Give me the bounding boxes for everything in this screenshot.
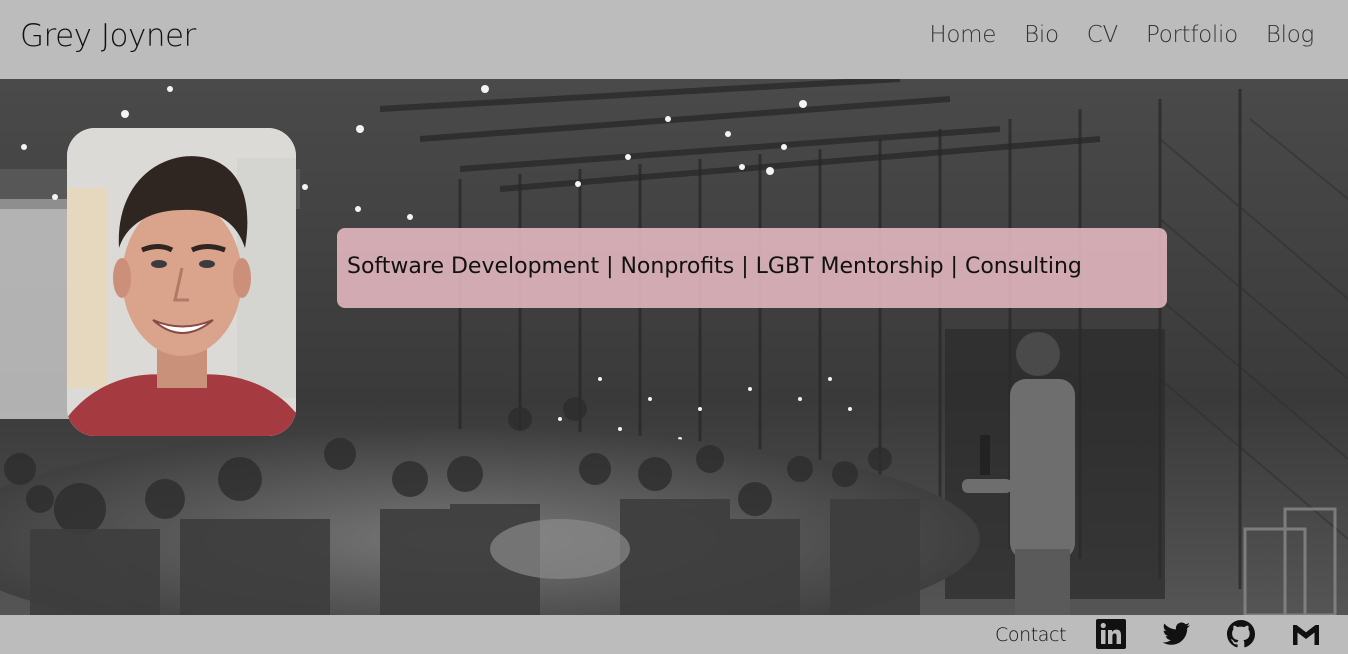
nav-cv[interactable]: CV [1087,22,1119,48]
tagline-banner: Software Development | Nonprofits | LGBT… [337,228,1167,308]
portrait-image [67,128,296,436]
nav-blog[interactable]: Blog [1266,22,1314,48]
main-nav: Home Bio CV Portfolio Blog [901,22,1314,48]
footer: Contact [0,615,1348,654]
tagline-text: Software Development | Nonprofits | LGBT… [347,254,1082,279]
hero-section: Software Development | Nonprofits | LGBT… [0,79,1348,615]
twitter-icon[interactable] [1161,619,1191,649]
header: Grey Joyner Home Bio CV Portfolio Blog [0,0,1348,79]
site-title[interactable]: Grey Joyner [20,18,196,54]
linkedin-icon[interactable] [1096,619,1126,649]
contact-label: Contact [995,624,1067,646]
github-icon[interactable] [1226,619,1256,649]
profile-photo [67,128,296,436]
gmail-icon[interactable] [1291,619,1321,649]
nav-bio[interactable]: Bio [1024,22,1059,48]
nav-portfolio[interactable]: Portfolio [1146,22,1238,48]
nav-home[interactable]: Home [929,22,996,48]
